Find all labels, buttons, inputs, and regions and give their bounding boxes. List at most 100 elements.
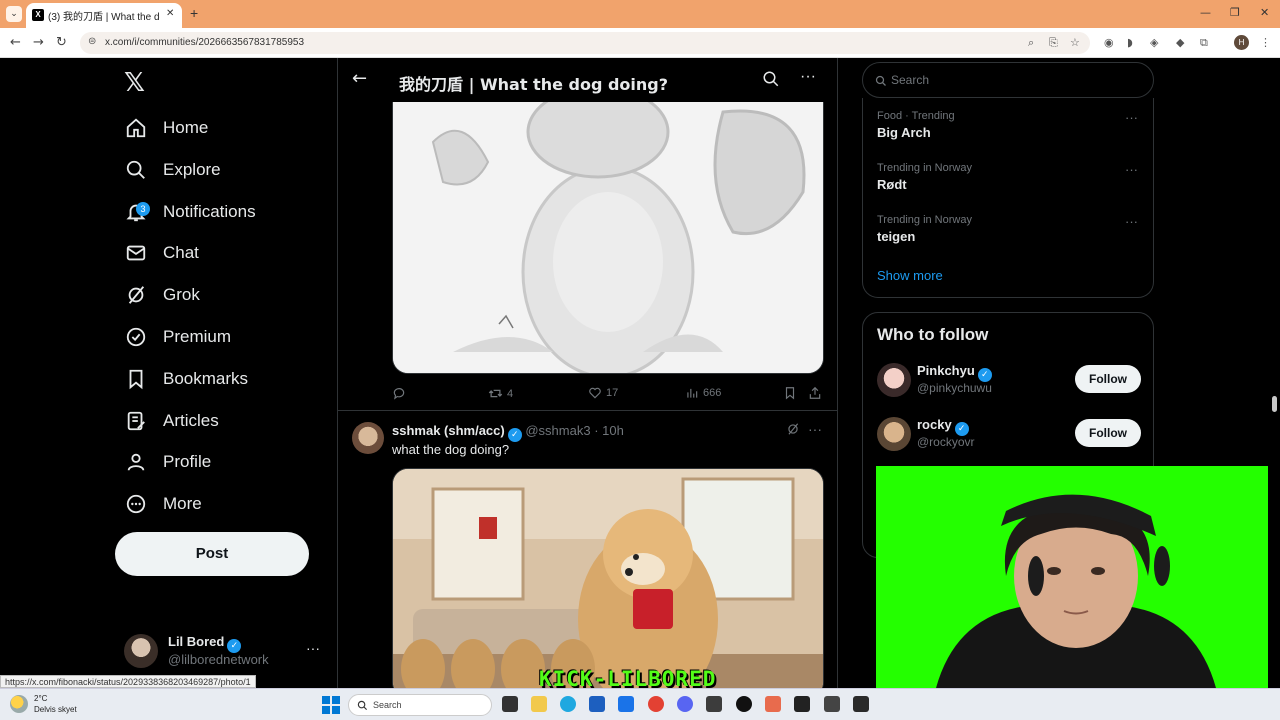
tab-title: (3) 我的刀盾 | What the dog do — [48, 12, 160, 23]
more-dots-icon[interactable]: ··· — [1125, 214, 1138, 229]
views-button[interactable]: 666 — [685, 386, 721, 400]
more-dots-icon[interactable]: ··· — [800, 68, 816, 86]
x-logo-icon[interactable]: 𝕏 — [124, 68, 145, 98]
tweet-image[interactable]: KICK-LILBORED — [392, 468, 824, 688]
reply-button[interactable] — [392, 386, 406, 400]
start-windows-icon[interactable] — [322, 696, 340, 719]
trend-item[interactable]: Trending in Norway Rødt — [877, 162, 1137, 192]
trend-name: Big Arch — [877, 125, 931, 140]
more-dots-icon[interactable]: ··· — [808, 421, 822, 437]
avatar — [124, 634, 158, 668]
tweet-image[interactable] — [392, 102, 824, 374]
file-explorer-icon[interactable] — [531, 696, 547, 712]
chrome-icon[interactable] — [648, 696, 664, 712]
verified-icon: ✓ — [977, 368, 992, 382]
like-button[interactable]: 17 — [588, 386, 618, 400]
trend-item[interactable]: Trending in Norway teigen — [877, 214, 1137, 244]
browser-app-icon[interactable] — [765, 696, 781, 712]
install-icon[interactable]: ⎘ — [1049, 36, 1058, 50]
browser-menu-icon[interactable]: ⋮ — [1260, 36, 1271, 49]
show-more-link[interactable]: Show more — [877, 268, 943, 283]
post-button[interactable]: Post — [115, 532, 309, 576]
back-icon[interactable]: ← — [10, 35, 21, 50]
search-icon[interactable] — [762, 70, 780, 93]
more-dots-icon[interactable]: ··· — [1125, 110, 1138, 125]
bookmark-star-icon[interactable]: ☆ — [1070, 36, 1080, 49]
minimize-icon[interactable]: — — [1200, 6, 1211, 19]
weather-icon[interactable] — [10, 695, 28, 713]
tab-list-button[interactable]: ⌄ — [6, 6, 22, 22]
discord-icon[interactable] — [677, 696, 693, 712]
nav-premium[interactable]: Premium — [124, 319, 231, 355]
premium-icon — [124, 325, 148, 349]
nav-articles[interactable]: Articles — [124, 403, 219, 439]
extension-icon[interactable]: ◆ — [1176, 36, 1184, 49]
trend-item[interactable]: Food · Trending Big Arch — [877, 110, 1137, 140]
share-button[interactable] — [808, 386, 822, 400]
like-count: 17 — [606, 387, 619, 399]
repost-button[interactable]: 4 — [488, 386, 513, 401]
nav-more[interactable]: More — [124, 486, 202, 522]
follow-button[interactable]: Follow — [1075, 365, 1141, 393]
trends-panel: Food · Trending Big Arch ··· Trending in… — [862, 98, 1154, 298]
app-icon[interactable] — [706, 696, 722, 712]
nav-explore[interactable]: Explore — [124, 152, 221, 188]
site-info-icon[interactable]: ⊜ — [88, 36, 96, 47]
nav-bookmarks[interactable]: Bookmarks — [124, 361, 248, 397]
account-switcher[interactable]: Lil Bored ✓ @lilborednetwork ··· — [124, 632, 324, 672]
back-arrow-icon[interactable]: ← — [352, 68, 367, 89]
tweet-actions: 4 17 666 — [392, 384, 824, 404]
url-field[interactable]: ⊜ x.com/i/communities/202666356783178595… — [80, 32, 1090, 54]
nav-profile[interactable]: Profile — [124, 444, 211, 480]
more-dots-icon[interactable]: ··· — [1125, 162, 1138, 177]
bell-icon: 3 — [124, 200, 150, 224]
weather-desc: Delvis skyet — [34, 705, 77, 714]
follow-suggestion[interactable]: rocky ✓ @rockyovr Follow — [877, 415, 1143, 455]
store-icon[interactable] — [589, 696, 605, 712]
forward-icon[interactable]: → — [33, 35, 44, 50]
new-tab-icon[interactable]: + — [190, 5, 198, 21]
x-favicon-icon: X — [32, 9, 44, 21]
extensions-puzzle-icon[interactable]: ⧉ — [1200, 36, 1208, 50]
more-dots-icon[interactable]: ··· — [306, 640, 320, 656]
avatar[interactable] — [352, 422, 384, 454]
mail-app-icon[interactable] — [618, 696, 634, 712]
terminal-icon[interactable] — [853, 696, 869, 712]
tab-close-icon[interactable]: ✕ — [166, 8, 174, 19]
x-app-icon[interactable] — [794, 696, 810, 712]
nav-label: Notifications — [163, 202, 256, 221]
taskbar-search[interactable]: Search — [348, 694, 492, 716]
obs-icon[interactable] — [736, 696, 752, 712]
verified-icon: ✓ — [507, 428, 522, 442]
extension-icon[interactable]: ◗ — [1127, 36, 1133, 49]
scrollbar-thumb[interactable] — [1272, 396, 1277, 412]
nav-chat[interactable]: Chat — [124, 235, 199, 271]
extension-icon[interactable]: ◉ — [1104, 36, 1114, 49]
zoom-icon[interactable]: ⌕ — [1028, 36, 1034, 50]
window-close-icon[interactable]: ✕ — [1260, 6, 1269, 19]
nav-grok[interactable]: Grok — [124, 277, 200, 313]
who-to-follow-title: Who to follow — [877, 325, 989, 344]
tweet-time[interactable]: · 10h — [594, 423, 624, 438]
reload-icon[interactable]: ↻ — [56, 35, 67, 50]
nav-home[interactable]: Home — [124, 110, 208, 146]
bookmark-button[interactable] — [783, 386, 797, 400]
grok-icon[interactable] — [786, 422, 800, 441]
maximize-icon[interactable]: ❐ — [1230, 6, 1240, 19]
nav-notifications[interactable]: 3 Notifications — [124, 194, 256, 230]
task-view-icon[interactable] — [502, 696, 518, 712]
page-scrollbar[interactable] — [1268, 58, 1280, 688]
follow-suggestion[interactable]: Pinkchyu ✓ @pinkychuwu Follow — [877, 361, 1143, 401]
browser-profile-icon[interactable]: H — [1234, 35, 1249, 50]
search-input[interactable]: Search — [862, 62, 1154, 98]
extension-icon[interactable]: ◈ — [1150, 36, 1158, 49]
capcut-icon[interactable] — [824, 696, 840, 712]
search-placeholder: Search — [891, 73, 930, 87]
edge-icon[interactable] — [560, 696, 576, 712]
browser-tab[interactable]: X (3) 我的刀盾 | What the dog do ✕ — [26, 3, 182, 28]
author-name[interactable]: sshmak (shm/acc) — [392, 423, 505, 438]
search-icon — [124, 158, 148, 182]
follow-button[interactable]: Follow — [1075, 419, 1141, 447]
author-handle[interactable]: @sshmak3 — [525, 423, 590, 438]
webcam-overlay — [876, 466, 1268, 688]
